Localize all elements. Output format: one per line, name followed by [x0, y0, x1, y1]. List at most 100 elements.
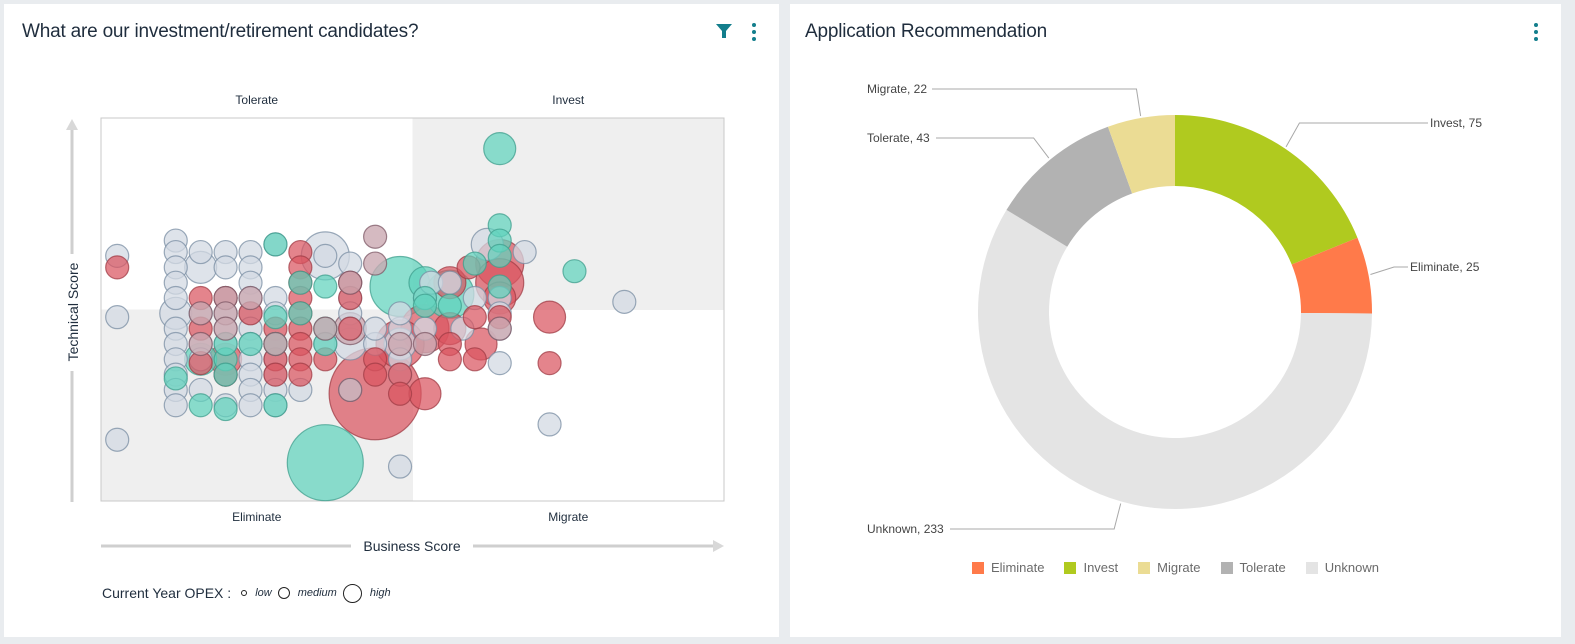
bubble-mauve[interactable]: [412, 331, 438, 357]
bubble-teal[interactable]: [263, 305, 288, 330]
bubble-red[interactable]: [462, 347, 487, 372]
donut-slice-invest[interactable]: [1175, 115, 1358, 265]
legend-swatch-icon: [972, 561, 984, 574]
bubble-mauve[interactable]: [263, 331, 288, 357]
bubble-mauve[interactable]: [188, 331, 213, 357]
bubble-gray[interactable]: [163, 393, 188, 418]
bubble-red[interactable]: [105, 255, 130, 280]
opex-size-legend: Current Year OPEX : low medium high: [102, 582, 397, 604]
bubble-gray[interactable]: [387, 454, 413, 479]
bubble-mauve[interactable]: [363, 251, 388, 276]
bubble-gray[interactable]: [105, 305, 130, 330]
bubble-teal[interactable]: [263, 393, 288, 418]
bubble-mauve[interactable]: [387, 331, 413, 357]
bubble-mauve[interactable]: [213, 316, 238, 341]
bubble-chart: Technical Score Business Score Tolerate In…: [65, 93, 725, 554]
bubble-teal[interactable]: [487, 274, 512, 299]
bubble-red[interactable]: [462, 305, 487, 330]
data-label-tolerate: Tolerate, 43: [867, 131, 930, 145]
opex-level-label: low: [255, 587, 272, 599]
quadrant-label-tolerate: Tolerate: [235, 93, 278, 107]
bubble-gray[interactable]: [213, 255, 238, 280]
bubble-red[interactable]: [408, 377, 442, 411]
legend-swatch-icon: [1305, 561, 1318, 574]
bubble-teal[interactable]: [288, 270, 313, 295]
bubble-teal[interactable]: [238, 331, 263, 357]
bubble-gray[interactable]: [363, 316, 388, 341]
bubble-red[interactable]: [437, 347, 462, 372]
legend-item-unknown[interactable]: Unknown: [1305, 560, 1379, 575]
legend-label: Invest: [1083, 560, 1119, 575]
legend-item-invest[interactable]: Invest: [1064, 560, 1118, 575]
data-label-invest: Invest, 75: [1430, 116, 1482, 130]
bubble-teal[interactable]: [437, 293, 462, 318]
bubble-teal[interactable]: [163, 366, 188, 391]
x-axis-label: Business Score: [363, 538, 460, 554]
bubble-teal[interactable]: [562, 259, 587, 284]
bubble-mauve[interactable]: [188, 301, 213, 326]
circle-large-icon: [342, 583, 362, 603]
bubble-mauve[interactable]: [487, 316, 512, 341]
bubble-mauve[interactable]: [238, 285, 263, 311]
leader-line-migrate: [932, 88, 1142, 117]
bubble-teal[interactable]: [286, 424, 364, 502]
bubble-teal[interactable]: [412, 293, 438, 318]
legend-item-tolerate[interactable]: Tolerate: [1220, 560, 1286, 575]
y-axis-label: Technical Score: [65, 262, 81, 361]
bubble-gray[interactable]: [238, 393, 263, 418]
circle-small-icon: [241, 590, 248, 596]
bubble-teal[interactable]: [462, 251, 487, 276]
bubble-gray[interactable]: [612, 289, 637, 314]
legend-item-migrate[interactable]: Migrate: [1138, 560, 1201, 575]
bubble-gray[interactable]: [163, 285, 188, 311]
legend-label: Migrate: [1157, 560, 1201, 575]
y-axis-arrow-icon: [66, 119, 78, 130]
quadrant-label-invest: Invest: [552, 93, 585, 107]
bubble-mauve[interactable]: [338, 270, 363, 295]
quadrant-label-eliminate: Eliminate: [232, 510, 282, 524]
bubble-gray[interactable]: [105, 427, 130, 452]
bubble-red[interactable]: [288, 362, 313, 387]
bubble-mauve[interactable]: [338, 377, 363, 403]
legend-label: Eliminate: [991, 560, 1045, 575]
bubble-gray[interactable]: [387, 301, 413, 326]
bubble-red[interactable]: [338, 316, 363, 341]
legend-label: Tolerate: [1239, 560, 1286, 575]
bubble-teal[interactable]: [263, 232, 288, 257]
bubble-red[interactable]: [387, 381, 413, 406]
bubble-teal[interactable]: [213, 396, 238, 422]
opex-legend-low: low: [241, 587, 272, 599]
bubble-red[interactable]: [532, 300, 567, 334]
bubble-teal[interactable]: [313, 274, 338, 299]
data-label-migrate: Migrate, 22: [867, 82, 927, 96]
bubble-gray[interactable]: [313, 243, 338, 268]
bubble-red[interactable]: [537, 351, 562, 376]
opex-level-label: medium: [297, 587, 337, 599]
bubble-teal[interactable]: [288, 301, 313, 326]
bubble-teal[interactable]: [213, 362, 238, 387]
legend-swatch-icon: [1220, 561, 1233, 574]
bubble-teal[interactable]: [188, 393, 213, 418]
bubble-red[interactable]: [263, 362, 288, 387]
leader-line-eliminate: [1370, 266, 1408, 276]
bubble-mauve[interactable]: [313, 316, 338, 341]
opex-legend-medium: medium: [277, 587, 337, 599]
bubble-mauve[interactable]: [363, 224, 388, 249]
bubble-gray[interactable]: [188, 239, 213, 265]
data-label-unknown: Unknown, 233: [867, 522, 944, 536]
bubble-gray[interactable]: [537, 412, 562, 437]
bubble-teal[interactable]: [487, 243, 512, 268]
bubble-gray[interactable]: [512, 239, 537, 265]
legend-item-eliminate[interactable]: Eliminate: [972, 560, 1044, 575]
bubble-red[interactable]: [363, 362, 388, 387]
bubble-gray[interactable]: [487, 351, 512, 376]
leader-line-unknown: [950, 503, 1122, 530]
investment-candidates-card: What are our investment/retirement candi…: [4, 4, 779, 637]
opex-legend-high: high: [342, 583, 391, 603]
opex-level-label: high: [369, 587, 391, 599]
legend-swatch-icon: [1138, 561, 1151, 574]
bubble-gray[interactable]: [437, 270, 462, 295]
legend-label: Unknown: [1324, 560, 1379, 575]
bubble-teal[interactable]: [483, 132, 517, 166]
data-label-eliminate: Eliminate, 25: [1410, 260, 1480, 274]
